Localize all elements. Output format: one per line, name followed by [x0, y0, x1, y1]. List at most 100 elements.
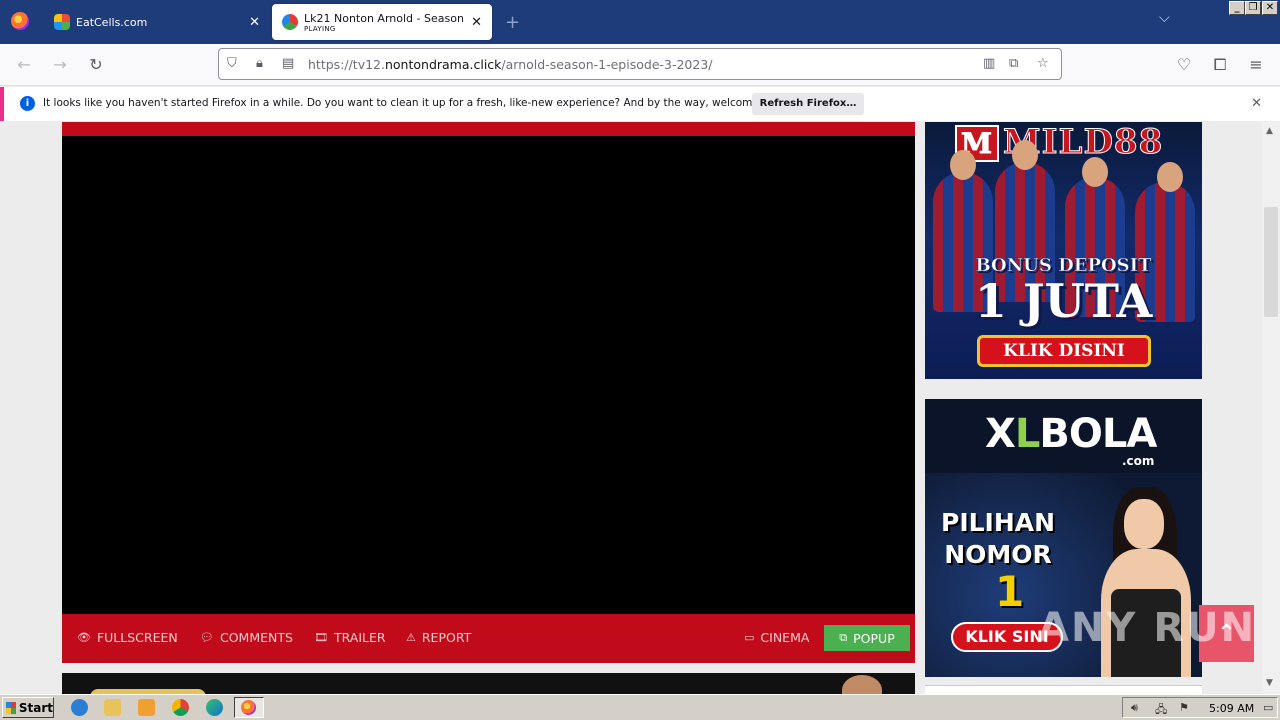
- page-info-icon[interactable]: ▤: [282, 56, 294, 71]
- video-player[interactable]: [62, 136, 915, 614]
- app-menu-icon[interactable]: ≡: [1245, 54, 1267, 76]
- windows-logo-icon: [6, 701, 16, 714]
- address-bar[interactable]: ⛉ 🔒︎ ▤ https://tv12.nontondrama.click/ar…: [218, 48, 1062, 80]
- film-icon: 🎞︎: [314, 631, 328, 644]
- report-button[interactable]: ⚠︎ REPORT: [406, 630, 471, 645]
- close-window-icon[interactable]: ✕: [1262, 1, 1278, 15]
- related-content-strip[interactable]: [62, 673, 915, 694]
- ad-line2: NOMOR: [944, 540, 1052, 569]
- tab-title: Lk21 Nonton Arnold - Season 1 Episode 3: [304, 11, 465, 25]
- scrollbar-thumb[interactable]: [1264, 207, 1278, 317]
- popup-button[interactable]: ⧉ POPUP: [824, 625, 910, 651]
- lk21-favicon-icon: [282, 14, 298, 30]
- new-tab-icon[interactable]: +: [505, 12, 520, 33]
- comments-label: COMMENTS: [219, 630, 293, 645]
- xlbola-logo-com: .com: [1122, 454, 1155, 468]
- url-path: /arnold-season-1-episode-3-2023/: [501, 57, 713, 72]
- player-header-strip: [62, 122, 915, 136]
- pocket-icon[interactable]: ♡: [1173, 54, 1195, 76]
- xlbola-logo: XLBOLA: [985, 411, 1157, 457]
- xlbola-logo-l: L: [1014, 411, 1040, 457]
- ad-line1: PILIHAN: [941, 508, 1056, 537]
- extensions-icon[interactable]: ⧠: [1209, 54, 1231, 76]
- back-icon[interactable]: ←: [13, 54, 35, 76]
- navigation-toolbar: ← → ↻ ⛉ 🔒︎ ▤ https://tv12.nontondrama.cl…: [0, 44, 1280, 86]
- url-prefix: https://tv12.: [308, 57, 385, 72]
- system-tray: 🔊︎ 🖧 ⚑ 5:09 AM ▭: [1122, 697, 1278, 718]
- mild88-logo: M MILD88: [955, 122, 1163, 163]
- next-ad-slot[interactable]: [925, 685, 1202, 694]
- report-label: REPORT: [421, 630, 472, 645]
- xlbola-logo-rest: BOLA: [1039, 411, 1157, 457]
- tab-title-wrap: Lk21 Nonton Arnold - Season 1 Episode 3 …: [304, 12, 465, 33]
- close-tab-icon[interactable]: ✕: [471, 15, 482, 30]
- tab-title: EatCells.com: [76, 15, 148, 29]
- monitor-icon: ▭: [744, 631, 755, 644]
- anyrun-watermark: ANY RUN: [1038, 605, 1257, 651]
- chrome-icon[interactable]: [172, 699, 189, 716]
- refresh-firefox-button[interactable]: Refresh Firefox…: [752, 93, 864, 115]
- close-notification-icon[interactable]: ✕: [1251, 96, 1262, 111]
- file-explorer-icon[interactable]: [104, 699, 121, 716]
- info-icon: i: [20, 96, 35, 111]
- clock: 5:09 AM: [1209, 702, 1255, 715]
- tracking-shield-icon[interactable]: ⛉: [227, 56, 237, 71]
- xlbola-logo-x: X: [985, 411, 1016, 457]
- cinema-button[interactable]: ▭ CINEMA: [744, 630, 809, 645]
- lock-icon[interactable]: 🔒︎: [256, 56, 263, 71]
- ad-headline: BONUS DEPOSIT: [975, 255, 1152, 277]
- comments-button[interactable]: 💬︎ COMMENTS: [200, 630, 293, 645]
- minimize-window-icon[interactable]: _: [1229, 1, 1245, 15]
- list-all-tabs-icon[interactable]: ⌵: [1159, 10, 1170, 26]
- trailer-button[interactable]: 🎞︎ TRAILER: [314, 630, 386, 645]
- forward-icon[interactable]: →: [49, 54, 71, 76]
- ad-headline: PILIHAN NOMOR: [941, 507, 1055, 571]
- footballer-head: [950, 150, 976, 180]
- tab-lk21[interactable]: Lk21 Nonton Arnold - Season 1 Episode 3 …: [272, 4, 492, 40]
- bookmark-star-icon[interactable]: ☆: [1037, 56, 1049, 71]
- tab-strip: EatCells.com ✕ Lk21 Nonton Arnold - Seas…: [0, 0, 1280, 44]
- model-image: [1124, 499, 1164, 549]
- tab-eatcells[interactable]: EatCells.com ✕: [44, 4, 270, 40]
- tab-playing-label: PLAYING: [304, 24, 336, 33]
- network-icon[interactable]: 🖧: [1155, 701, 1167, 720]
- scroll-down-arrow-icon[interactable]: ▼: [1266, 678, 1273, 688]
- trailer-label: TRAILER: [333, 630, 386, 645]
- taskbar-firefox-button[interactable]: [234, 697, 264, 718]
- firefox-icon: [241, 700, 256, 715]
- popup-window-icon: ⧉: [839, 631, 848, 644]
- start-button[interactable]: Start: [2, 697, 54, 718]
- player-controls-bar: 👁︎ FULLSCREEN 💬︎ COMMENTS 🎞︎ TRAILER ⚠︎ REPO…: [62, 614, 915, 663]
- edge-icon[interactable]: [206, 699, 223, 716]
- fullscreen-label: FULLSCREEN: [96, 630, 178, 645]
- fullscreen-button[interactable]: 👁︎ FULLSCREEN: [77, 630, 178, 645]
- scroll-up-arrow-icon[interactable]: ▲: [1266, 126, 1273, 136]
- start-label: Start: [18, 700, 53, 715]
- url-text[interactable]: https://tv12.nontondrama.click/arnold-se…: [308, 57, 713, 72]
- footballer-head: [1157, 162, 1183, 192]
- eatcells-favicon-icon: [54, 14, 70, 30]
- reader-view-icon[interactable]: ▥: [983, 56, 995, 71]
- popup-label: POPUP: [853, 630, 895, 646]
- firefox-menu-icon[interactable]: [11, 12, 29, 30]
- mild88-banner-ad[interactable]: M MILD88 BONUS DEPOSIT 1 JUTA KLIK DISINI: [925, 122, 1202, 379]
- footballer-head: [1012, 140, 1038, 170]
- ad-number: 1: [995, 567, 1025, 616]
- comment-icon: 💬︎: [200, 631, 214, 644]
- page-scrollbar[interactable]: ▲ ▼: [1262, 122, 1280, 694]
- klik-disini-button[interactable]: KLIK DISINI: [977, 335, 1151, 367]
- media-player-icon[interactable]: [138, 699, 155, 716]
- windows-taskbar: Start 🔊︎ 🖧 ⚑ 5:09 AM ▭: [0, 694, 1280, 720]
- restore-window-icon[interactable]: ❐: [1245, 1, 1261, 15]
- reload-icon[interactable]: ↻: [85, 54, 107, 76]
- picture-in-picture-icon[interactable]: ⧉: [1009, 56, 1018, 71]
- thumbnail-image: [842, 675, 882, 694]
- refresh-firefox-notification: i It looks like you haven't started Fire…: [0, 87, 1280, 121]
- action-center-flag-icon[interactable]: ⚑: [1179, 701, 1189, 714]
- show-desktop-icon[interactable]: ▭: [1263, 701, 1273, 714]
- volume-icon[interactable]: 🔊︎: [1131, 701, 1138, 715]
- internet-explorer-icon[interactable]: [71, 699, 88, 716]
- warning-icon: ⚠︎: [406, 631, 416, 644]
- close-tab-icon[interactable]: ✕: [249, 15, 260, 30]
- notification-message: It looks like you haven't started Firefo…: [43, 97, 792, 109]
